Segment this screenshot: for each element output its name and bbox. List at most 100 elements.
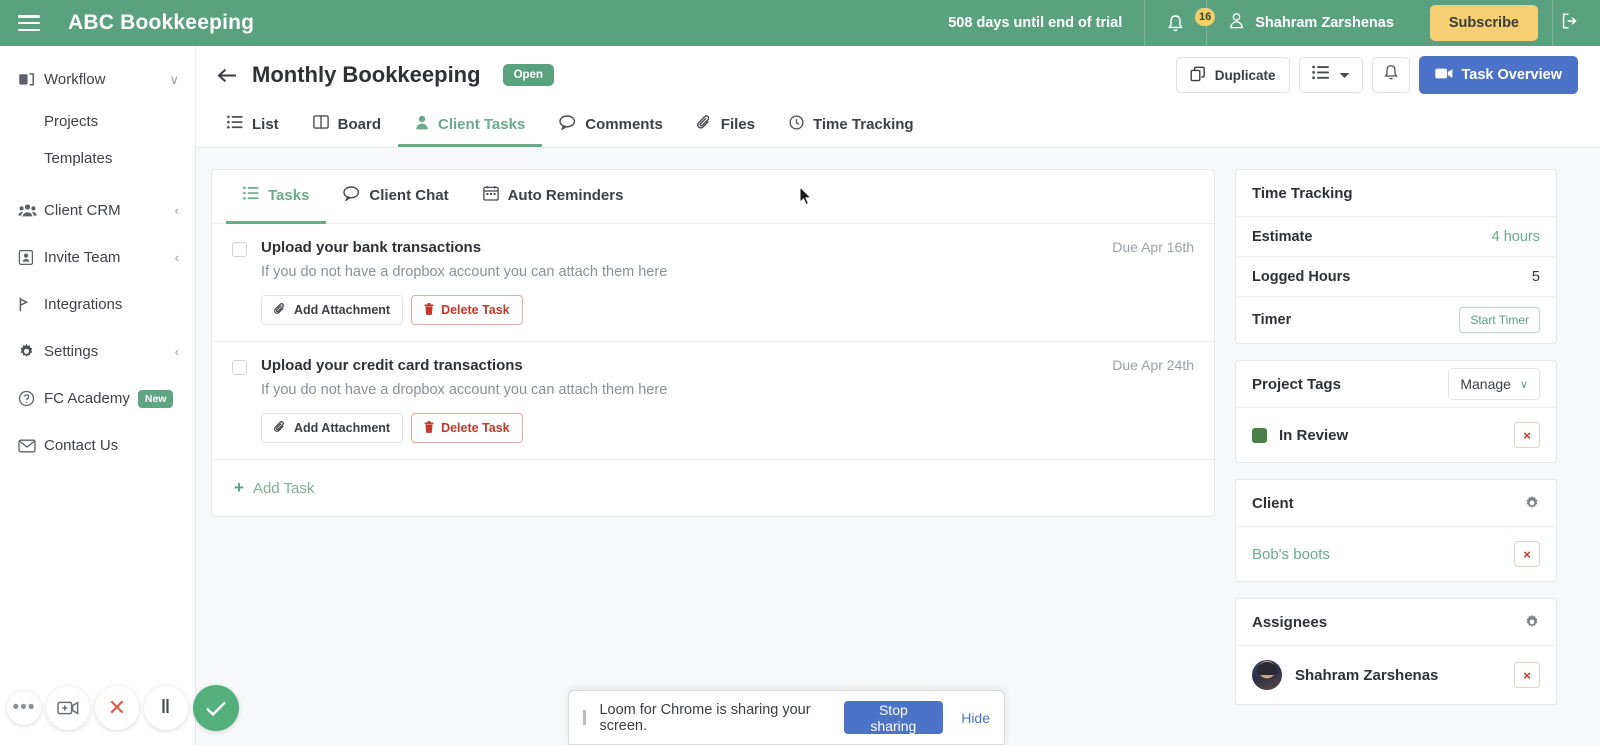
- card-tab-label: Client Chat: [369, 186, 449, 204]
- remove-assignee-button[interactable]: ×: [1514, 662, 1540, 688]
- tab-comments[interactable]: Comments: [542, 104, 680, 147]
- logout-icon: [1561, 12, 1580, 35]
- page-header: Monthly Bookkeeping Open Duplicate Task …: [196, 46, 1600, 148]
- camera-switch-icon[interactable]: [46, 686, 90, 730]
- panel-header: Assignees: [1236, 599, 1556, 646]
- panel-title: Assignees: [1252, 613, 1328, 631]
- hamburger-icon[interactable]: [18, 15, 40, 31]
- trash-icon: [424, 302, 434, 318]
- hide-button[interactable]: Hide: [961, 710, 990, 726]
- tab-list[interactable]: List: [210, 104, 296, 147]
- tab-label: Comments: [585, 115, 663, 133]
- chat-icon: [343, 185, 360, 205]
- sidebar-item-projects[interactable]: Projects: [0, 103, 195, 140]
- drag-handle-icon[interactable]: [583, 710, 587, 725]
- sidebar-item-label: Invite Team: [44, 249, 121, 266]
- tab-label: Client Tasks: [438, 115, 526, 133]
- tab-files[interactable]: Files: [680, 104, 772, 147]
- task-checkbox[interactable]: [232, 242, 247, 257]
- logout-button[interactable]: [1553, 12, 1600, 35]
- sidebar-item-fc-academy[interactable]: FC Academy New: [0, 375, 195, 422]
- chevron-down-icon: ∨: [1519, 378, 1528, 391]
- more-dots-icon[interactable]: •••: [7, 691, 41, 725]
- gear-icon: [18, 343, 44, 360]
- content-area: Tasks Client Chat Auto Reminders Upload …: [196, 148, 1600, 745]
- sidebar-item-label: Projects: [44, 113, 99, 130]
- page-title: Monthly Bookkeeping: [252, 62, 481, 87]
- card-tab-client-chat[interactable]: Client Chat: [326, 170, 465, 224]
- list-icon: [227, 115, 243, 133]
- list-icon: [243, 186, 259, 204]
- client-tasks-card: Tasks Client Chat Auto Reminders Upload …: [211, 169, 1215, 517]
- remove-client-button[interactable]: ×: [1514, 541, 1540, 567]
- invite-icon: [18, 249, 44, 266]
- notifications-button[interactable]: 16: [1145, 7, 1216, 33]
- task-description: If you do not have a dropbox account you…: [261, 382, 668, 398]
- add-attachment-label: Add Attachment: [294, 303, 391, 317]
- tab-board[interactable]: Board: [296, 104, 398, 147]
- close-icon[interactable]: ✕: [95, 686, 139, 730]
- gear-icon[interactable]: [1524, 614, 1540, 630]
- delete-task-button[interactable]: Delete Task: [411, 295, 523, 325]
- card-tab-auto-reminders[interactable]: Auto Reminders: [466, 170, 641, 224]
- bell-icon: [1383, 64, 1399, 86]
- view-menu-button[interactable]: [1298, 57, 1363, 93]
- list-item: Shahram Zarshenas ×: [1236, 646, 1556, 704]
- header-notification-button[interactable]: [1371, 57, 1410, 93]
- caret-down-icon: [1339, 66, 1350, 84]
- back-arrow-icon[interactable]: [210, 58, 244, 92]
- sidebar-item-workflow[interactable]: Workflow ∨: [0, 56, 195, 103]
- tag-color-swatch: [1252, 427, 1267, 443]
- add-attachment-button[interactable]: Add Attachment: [261, 295, 404, 325]
- subscribe-button[interactable]: Subscribe: [1429, 5, 1538, 41]
- integrations-icon: [18, 296, 44, 313]
- chevron-left-icon: ‹: [174, 203, 179, 218]
- pause-icon[interactable]: ‖: [144, 686, 188, 730]
- sidebar-item-settings[interactable]: Settings ‹: [0, 328, 195, 375]
- left-sidebar: Workflow ∨ Projects Templates Client CRM…: [0, 46, 196, 745]
- client-name-link[interactable]: Bob's boots: [1252, 546, 1330, 563]
- user-menu[interactable]: Shahram Zarshenas: [1207, 12, 1416, 34]
- tab-label: Files: [720, 115, 755, 133]
- sidebar-item-contact-us[interactable]: Contact Us: [0, 422, 195, 469]
- timer-label: Timer: [1252, 312, 1292, 328]
- logged-hours-label: Logged Hours: [1252, 268, 1351, 285]
- sidebar-item-invite-team[interactable]: Invite Team ‹: [0, 234, 195, 281]
- tab-client-tasks[interactable]: Client Tasks: [398, 104, 543, 147]
- add-task-label: Add Task: [252, 479, 315, 497]
- panel-title: Client: [1252, 494, 1294, 512]
- workflow-icon: [18, 71, 44, 88]
- trial-status: 508 days until end of trial: [948, 15, 1123, 31]
- task-header: Upload your bank transactions Due Apr 16…: [232, 239, 1194, 257]
- delete-task-button[interactable]: Delete Task: [411, 413, 523, 443]
- sidebar-item-client-crm[interactable]: Client CRM ‹: [0, 187, 195, 234]
- duplicate-button[interactable]: Duplicate: [1175, 57, 1290, 93]
- tab-time-tracking[interactable]: Time Tracking: [772, 104, 931, 147]
- user-name: Shahram Zarshenas: [1255, 15, 1394, 31]
- stop-sharing-button[interactable]: Stop sharing: [843, 701, 944, 734]
- manage-tags-button[interactable]: Manage ∨: [1448, 368, 1540, 400]
- task-due-date: Due Apr 16th: [1112, 239, 1194, 255]
- share-message: Loom for Chrome is sharing your screen.: [599, 701, 811, 734]
- bell-icon: [1167, 14, 1184, 33]
- page-header-actions: Duplicate Task Overview: [1175, 56, 1578, 94]
- add-task-button[interactable]: + Add Task: [212, 460, 1214, 516]
- check-icon[interactable]: [193, 685, 239, 731]
- task-overview-button[interactable]: Task Overview: [1418, 56, 1578, 94]
- sidebar-item-label: Templates: [44, 150, 113, 167]
- sidebar-item-label: Settings: [44, 343, 99, 360]
- card-tab-tasks[interactable]: Tasks: [226, 170, 327, 224]
- list-item: In Review ×: [1236, 408, 1556, 462]
- user-icon: [1229, 12, 1244, 34]
- start-timer-button[interactable]: Start Timer: [1459, 307, 1540, 333]
- tag-name: In Review: [1279, 426, 1349, 444]
- gear-icon[interactable]: [1524, 495, 1540, 511]
- task-checkbox[interactable]: [232, 360, 247, 375]
- sidebar-item-templates[interactable]: Templates: [0, 140, 195, 177]
- remove-tag-button[interactable]: ×: [1514, 422, 1540, 448]
- list-icon: [1311, 65, 1329, 85]
- add-attachment-button[interactable]: Add Attachment: [261, 413, 404, 443]
- estimate-row: Estimate 4 hours: [1236, 217, 1556, 257]
- sidebar-item-integrations[interactable]: Integrations: [0, 281, 195, 328]
- mouse-cursor-icon: [799, 185, 813, 206]
